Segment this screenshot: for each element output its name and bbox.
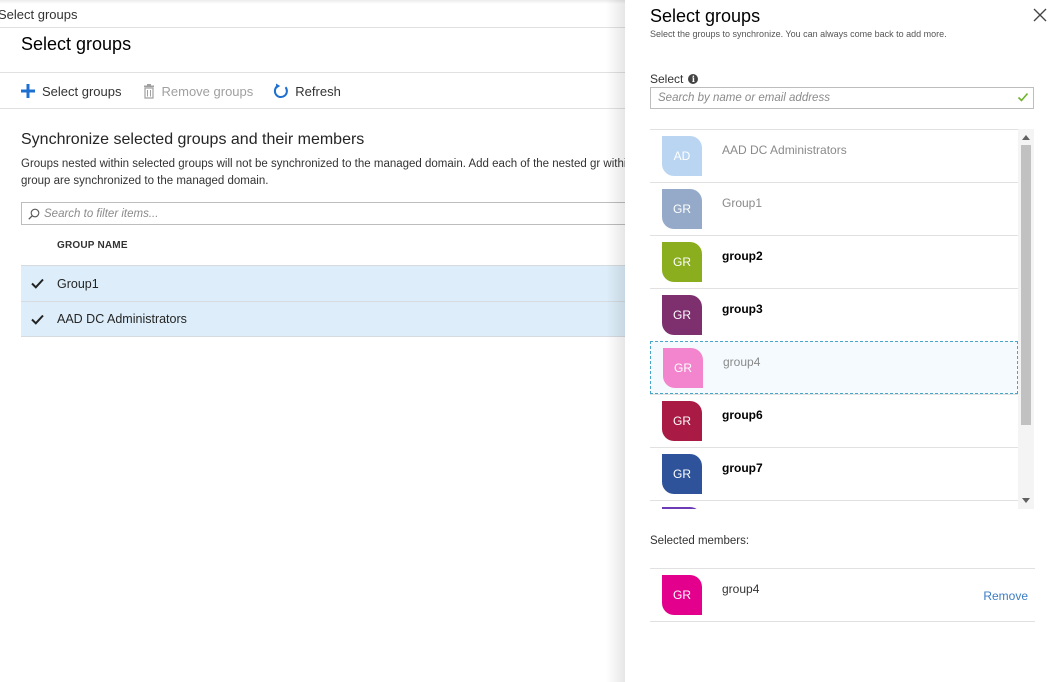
trash-icon [143, 83, 154, 99]
group-name: AAD DC Administrators [722, 143, 847, 157]
list-item[interactable]: GR Group1 [650, 182, 1018, 235]
filter-box [21, 202, 625, 225]
top-shadow [0, 0, 625, 4]
list-item[interactable] [650, 500, 1018, 509]
section-heading: Synchronize selected groups and their me… [21, 131, 365, 148]
select-label-row: Select i [650, 72, 699, 86]
selected-members-label: Selected members: [650, 535, 750, 547]
group-name: group6 [722, 408, 763, 422]
list-item[interactable]: GR group4 [650, 341, 1018, 394]
table-row[interactable]: AAD DC Administrators [21, 301, 625, 337]
row-group-name: Group1 [57, 276, 99, 291]
section-description: Groups nested within selected groups wil… [21, 158, 625, 187]
panel-subtitle: Select the groups to synchronize. You ca… [650, 29, 947, 39]
refresh-icon [274, 83, 289, 99]
column-header-group-name[interactable]: GROUP NAME [57, 240, 128, 251]
row-checkbox[interactable] [30, 276, 45, 291]
search-box [650, 87, 1034, 109]
refresh-label: Refresh [295, 83, 341, 99]
checkmark-icon [31, 278, 44, 289]
row-checkbox[interactable] [30, 312, 45, 327]
list-item[interactable]: GR group6 [650, 394, 1018, 447]
list-scrollbar[interactable] [1018, 129, 1034, 509]
select-groups-button[interactable]: Select groups [20, 83, 122, 99]
list-item[interactable]: GR group7 [650, 447, 1018, 500]
member-name: group4 [722, 582, 760, 596]
breadcrumb[interactable]: Select groups [0, 7, 78, 22]
remove-groups-label: Remove groups [161, 83, 254, 99]
avatar [662, 507, 702, 509]
avatar: GR [662, 575, 702, 615]
group-name: group4 [723, 354, 761, 369]
selected-member-item: GR group4 Remove [650, 569, 1035, 621]
avatar: AD [662, 136, 702, 176]
avatar: GR [663, 347, 703, 388]
scroll-up-icon[interactable] [1018, 129, 1034, 145]
scroll-down-icon[interactable] [1018, 493, 1034, 509]
divider [0, 27, 625, 28]
search-input[interactable] [658, 92, 1013, 104]
list-item[interactable]: AD AAD DC Administrators [650, 129, 1018, 182]
row-group-name: AAD DC Administrators [57, 312, 187, 326]
group-name: Group1 [722, 196, 763, 210]
select-groups-panel: Select groups Select the groups to synch… [625, 0, 1050, 682]
avatar: GR [662, 242, 702, 282]
checkmark-icon [31, 314, 44, 325]
info-icon[interactable]: i [688, 74, 699, 84]
select-groups-blade: Select groups Select groups Select group… [0, 0, 625, 682]
table-row[interactable]: Group1 [21, 265, 625, 301]
command-bar: Select groups Remove groups Refresh [20, 80, 361, 102]
plus-icon [21, 84, 35, 98]
search-icon [28, 208, 40, 220]
groups-table: Group1 AAD DC Administrators [21, 265, 625, 337]
divider [0, 72, 625, 73]
avatar: GR [662, 454, 702, 494]
divider [650, 621, 1035, 622]
list-item[interactable]: GR group2 [650, 235, 1018, 288]
group-name: group7 [722, 461, 763, 475]
avatar: GR [662, 295, 702, 335]
refresh-button[interactable]: Refresh [273, 83, 341, 99]
group-name: group3 [722, 302, 763, 316]
panel-shadow [606, 0, 626, 682]
remove-groups-button[interactable]: Remove groups [142, 83, 254, 99]
panel-title: Select groups [650, 6, 761, 26]
check-valid-icon [1017, 92, 1029, 102]
avatar: GR [662, 189, 702, 229]
list-item[interactable]: GR group3 [650, 288, 1018, 341]
group-picker-list: AD AAD DC Administrators GR Group1 GR gr… [650, 129, 1018, 509]
divider [0, 108, 625, 109]
select-groups-label: Select groups [42, 83, 122, 99]
group-name: group2 [722, 249, 763, 263]
filter-input[interactable] [44, 207, 604, 220]
close-icon[interactable] [1033, 8, 1047, 22]
page-title: Select groups [21, 34, 132, 54]
select-label: Select [650, 72, 684, 86]
remove-member-link[interactable]: Remove [983, 589, 1028, 603]
avatar: GR [662, 401, 702, 441]
scrollbar-thumb[interactable] [1021, 145, 1031, 425]
